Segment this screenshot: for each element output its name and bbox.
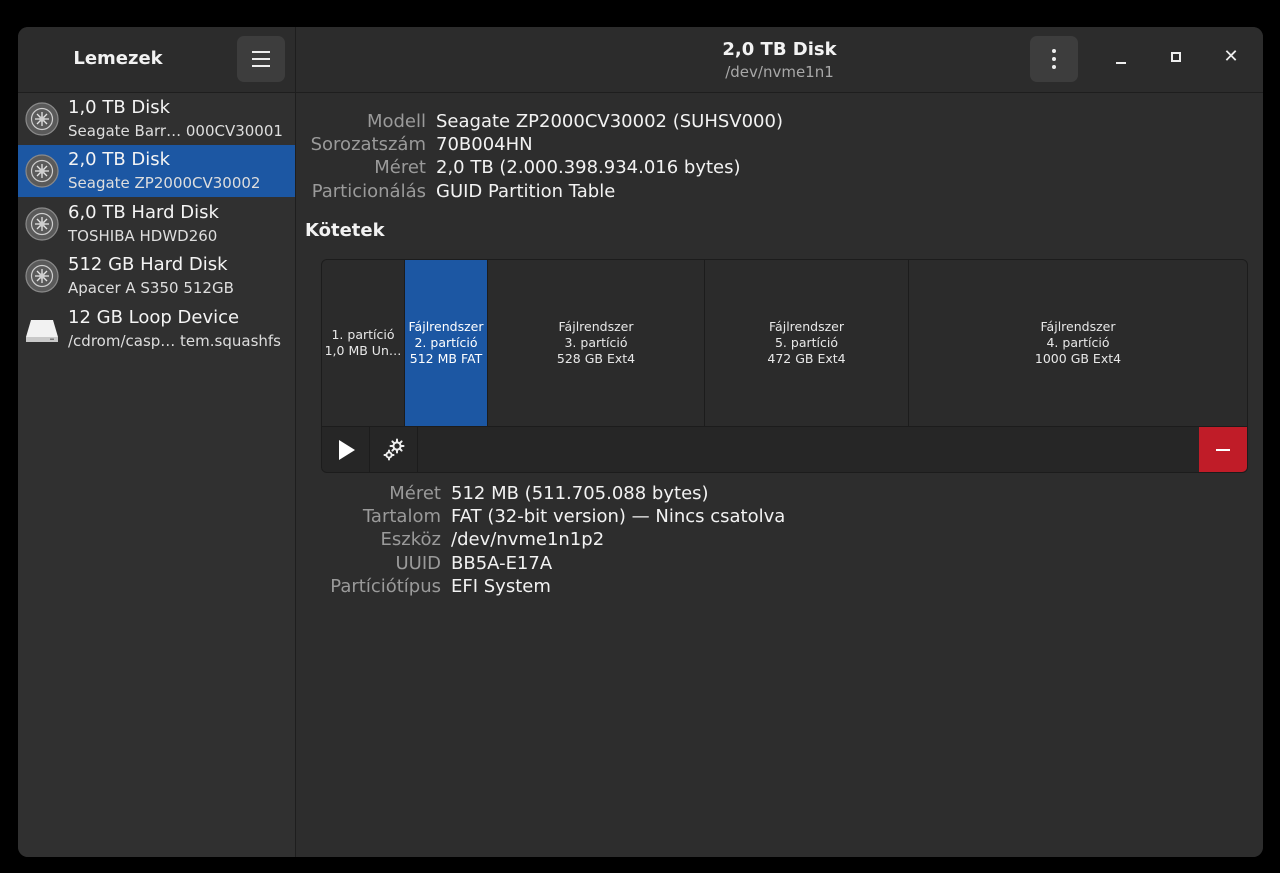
info-value: Seagate ZP2000CV30002 (SUHSV000) [436,111,783,132]
info-label: Sorozatszám [310,134,426,155]
maximize-button[interactable] [1159,40,1193,74]
info-value: 512 MB (511.705.088 bytes) [451,483,709,504]
partition-block[interactable]: Fájlrendszer 3. partíció 528 GB Ext4 [488,260,705,426]
disk-menu-button[interactable] [1030,36,1078,82]
mount-button[interactable] [322,427,370,472]
close-icon: ✕ [1223,46,1239,67]
partition-label: 1. partíció [331,327,395,342]
partition-type: Fájlrendszer [769,319,844,334]
volume-row-size: Méret 512 MB (511.705.088 bytes) [321,482,709,505]
disk-name: 512 GB Hard Disk [68,254,228,275]
disk-model: /cdrom/casp… tem.squashfs [68,332,281,350]
disk-drive-icon [25,154,59,188]
gears-icon [383,438,405,461]
info-label: Particionálás [311,181,426,202]
partition-block[interactable]: 1. partíció 1,0 MB Un… [322,260,405,426]
info-label: Méret [389,483,441,504]
disk-name: 2,0 TB Disk [68,149,171,170]
disk-name: 12 GB Loop Device [68,307,240,328]
disk-list-item[interactable]: 6,0 TB Hard Disk TOSHIBA HDWD260 [18,198,295,250]
disk-list-item[interactable]: 512 GB Hard Disk Apacer A S350 512GB [18,250,295,302]
partition-block[interactable]: Fájlrendszer 5. partíció 472 GB Ext4 [705,260,909,426]
minimize-button[interactable] [1104,40,1138,74]
info-value: 70B004HN [436,134,533,155]
partition-type: Fájlrendszer [1040,319,1116,334]
info-value: BB5A-E17A [451,553,553,574]
partition-options-button[interactable] [370,427,418,472]
partition-size: 528 GB Ext4 [556,351,636,366]
disk-list-item[interactable]: 12 GB Loop Device /cdrom/casp… tem.squas… [18,303,295,355]
partition-size: 1000 GB Ext4 [1034,351,1122,366]
partition-block-selected[interactable]: Fájlrendszer 2. partíció 512 MB FAT [405,260,488,426]
disk-name: 6,0 TB Hard Disk [68,202,219,223]
disk-list: 1,0 TB Disk Seagate Barr… 000CV30001 2,0… [18,93,296,857]
disk-name: 1,0 TB Disk [68,97,171,118]
info-value: 2,0 TB (2.000.398.934.016 bytes) [436,157,741,178]
info-label: Eszköz [380,529,441,550]
disk-list-item-selected[interactable]: 2,0 TB Disk Seagate ZP2000CV30002 [18,145,295,197]
volumes-title: Kötetek [305,220,385,241]
disk-drive-icon [25,102,59,136]
partition-label: 5. partíció [774,335,838,350]
disk-details: Modell Seagate ZP2000CV30002 (SUHSV000) S… [296,93,1263,857]
info-label: Partíciótípus [330,576,441,597]
loop-device-icon [26,320,58,342]
disk-model: TOSHIBA HDWD260 [68,227,218,245]
play-icon [339,440,355,460]
partition-label: 4. partíció [1046,335,1110,350]
volume-row-device: Eszköz/dev/nvme1n1p2 [321,528,605,551]
info-row-partitioning: Particionálás GUID Partition Table [305,180,616,203]
disk-list-item[interactable]: 1,0 TB Disk Seagate Barr… 000CV30001 [18,93,295,145]
info-row-model: Modell Seagate ZP2000CV30002 (SUHSV000) [305,110,783,133]
info-value: FAT (32-bit version) — Nincs csatolva [451,506,786,527]
volume-map: 1. partíció 1,0 MB Un… Fájlrendszer 2. p… [321,259,1248,473]
partition-size: 472 GB Ext4 [767,351,846,366]
disk-model: Apacer A S350 512GB [68,279,234,297]
disk-drive-icon [25,259,59,293]
disk-drive-icon [25,207,59,241]
info-label: Tartalom [362,506,441,527]
close-button[interactable]: ✕ [1214,40,1248,74]
info-value: /dev/nvme1n1p2 [451,529,605,550]
disks-window: Lemezek 2,0 TB Disk /dev/nvme1n1 ✕ 1,0 T… [18,27,1263,857]
partition-label: 2. partíció [414,335,478,350]
sidebar-title: Lemezek [73,48,163,69]
volume-row-content: Tartalom FAT (32-bit version) — Nincs csa… [321,505,785,528]
info-row-size: Méret 2,0 TB (2.000.398.934.016 bytes) [305,156,741,179]
volume-row-partition-type: Partíciótípus EFI System [321,575,551,598]
info-value: GUID Partition Table [436,181,616,202]
sidebar-header: Lemezek [18,27,296,93]
partition-type: Fájlrendszer [408,319,484,334]
info-label: Méret [374,157,426,178]
partition-size: 1,0 MB Un… [324,343,402,358]
partition-type: Fájlrendszer [558,319,634,334]
partition-size: 512 MB FAT [409,351,483,366]
info-label: Modell [366,111,426,132]
info-value: EFI System [451,576,551,597]
volume-toolbar [322,426,1247,472]
main-menu-button[interactable] [237,36,285,82]
partition-label: 3. partíció [564,335,628,350]
partition-block[interactable]: Fájlrendszer 4. partíció 1000 GB Ext4 [909,260,1247,426]
disk-model: Seagate ZP2000CV30002 [68,174,261,192]
disk-model: Seagate Barr… 000CV30001 [68,122,283,140]
header-bar: 2,0 TB Disk /dev/nvme1n1 ✕ [296,27,1263,93]
volume-row-uuid: UUID BB5A-E17A [321,552,552,575]
info-row-serial: Sorozatszám 70B004HN [305,133,533,156]
delete-partition-button[interactable] [1199,427,1247,472]
info-label: UUID [395,553,441,574]
